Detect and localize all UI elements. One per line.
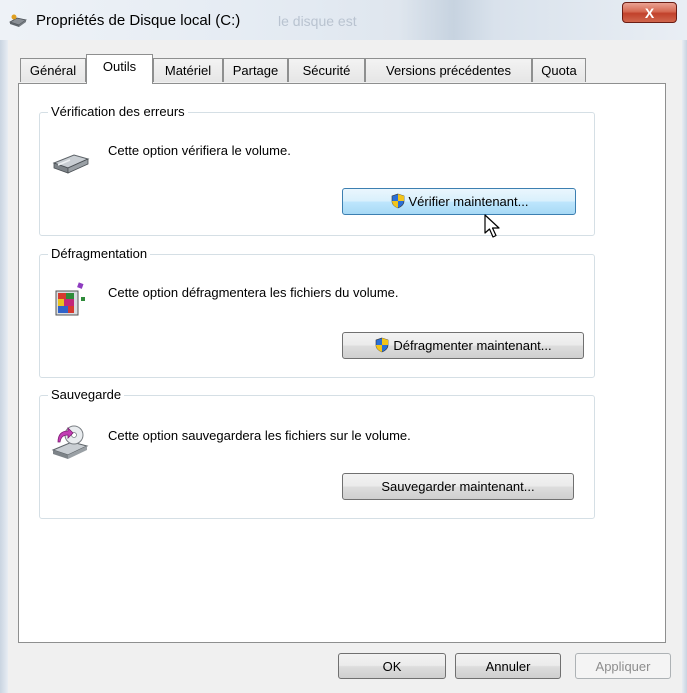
group-defrag: Défragmentation Cette option défragmente… <box>39 246 595 378</box>
backup-now-button[interactable]: Sauvegarder maintenant... <box>342 473 574 500</box>
uac-shield-icon <box>376 337 389 353</box>
backup-icon <box>51 425 89 459</box>
tab-quota[interactable]: Quota <box>532 58 586 82</box>
defragment-now-button[interactable]: Défragmenter maintenant... <box>342 332 584 359</box>
window-title: Propriétés de Disque local (C:) <box>36 12 241 29</box>
group-backup: Sauvegarde Cette option sauvegardera les… <box>39 387 595 519</box>
group-title: Défragmentation <box>48 246 151 261</box>
tab-outils[interactable]: Outils <box>86 54 153 84</box>
group-description: Cette option vérifiera le volume. <box>108 143 291 158</box>
tab-partage[interactable]: Partage <box>223 58 288 82</box>
tab-versions-precedentes[interactable]: Versions précédentes <box>365 58 532 82</box>
uac-shield-icon <box>391 193 404 209</box>
check-now-button[interactable]: Vérifier maintenant... <box>342 188 576 215</box>
window-frame-right <box>682 40 687 693</box>
tab-general[interactable]: Général <box>20 58 86 82</box>
group-description: Cette option défragmentera les fichiers … <box>108 285 399 300</box>
tab-panel-outils: Vérification des erreurs Cette option vé… <box>18 83 666 643</box>
hard-drive-icon <box>52 154 90 174</box>
tab-materiel[interactable]: Matériel <box>153 58 223 82</box>
defrag-icon <box>55 282 85 316</box>
tab-securite[interactable]: Sécurité <box>288 58 365 82</box>
window-frame-left <box>0 40 8 693</box>
close-button[interactable]: X <box>622 2 677 23</box>
drive-properties-icon <box>9 14 27 27</box>
mouse-cursor-icon <box>484 214 500 238</box>
close-icon: X <box>644 5 655 21</box>
background-window-text: le disque est <box>278 13 357 29</box>
title-bar[interactable]: Propriétés de Disque local (C:) le disqu… <box>0 0 687 40</box>
ok-button[interactable]: OK <box>338 653 446 679</box>
group-error-check: Vérification des erreurs Cette option vé… <box>39 104 595 236</box>
group-title: Sauvegarde <box>48 387 125 402</box>
group-title: Vérification des erreurs <box>48 104 188 119</box>
apply-button[interactable]: Appliquer <box>575 653 671 679</box>
cancel-button[interactable]: Annuler <box>455 653 561 679</box>
group-description: Cette option sauvegardera les fichiers s… <box>108 428 411 443</box>
